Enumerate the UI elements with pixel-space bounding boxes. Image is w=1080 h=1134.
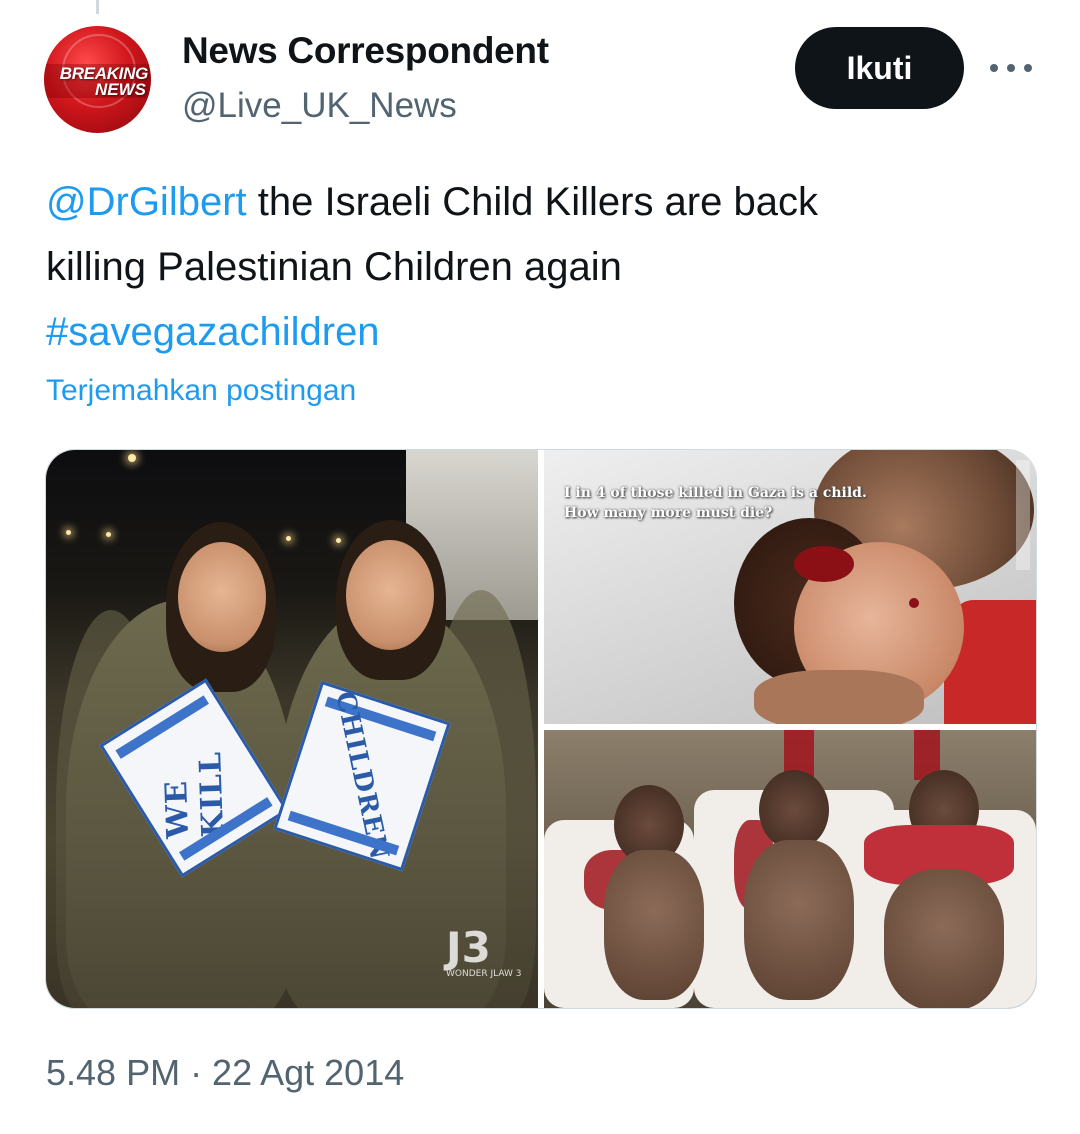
- tweet-timestamp[interactable]: 5.48 PM · 22 Agt 2014: [46, 1052, 404, 1094]
- sign-text-we-kill: WE KILL: [159, 750, 232, 840]
- face-left: [178, 542, 266, 652]
- side-credit-strip: [1016, 460, 1030, 570]
- watermark-subtext: WONDER JLAW 3: [446, 969, 522, 979]
- light-decoration: [128, 454, 136, 462]
- tweet-text-line2: killing Palestinian Children again: [46, 245, 622, 289]
- blood-mark: [794, 546, 854, 582]
- light-decoration: [336, 538, 341, 543]
- media-image-bottom-right[interactable]: [544, 730, 1036, 1008]
- hashtag-link[interactable]: #savegazachildren: [46, 310, 380, 354]
- caption-line-2: How many more must die?: [564, 505, 773, 521]
- more-dot: [1007, 64, 1015, 72]
- thread-connector-line: [96, 0, 99, 14]
- mention-link[interactable]: @DrGilbert: [46, 180, 247, 224]
- more-horizontal-icon[interactable]: [990, 60, 1032, 76]
- hand-shape: [754, 670, 924, 724]
- translate-post-link[interactable]: Terjemahkan postingan: [46, 374, 356, 408]
- light-decoration: [286, 536, 291, 541]
- author-handle[interactable]: @Live_UK_News: [182, 86, 457, 126]
- image-caption: I in 4 of those killed in Gaza is a chil…: [564, 483, 867, 523]
- watermark-logo: J3 WONDER JLAW 3: [446, 927, 522, 980]
- more-dot: [990, 64, 998, 72]
- light-decoration: [66, 530, 71, 535]
- light-decoration: [106, 532, 111, 537]
- tweet-text: @DrGilbert the Israeli Child Killers are…: [46, 170, 1036, 365]
- watermark-text: J3: [446, 923, 491, 972]
- blood-mark: [909, 598, 919, 608]
- media-grid: WE KILL CHILDREN J3 WONDER JLAW 3 I in 4…: [45, 449, 1037, 1009]
- more-dot: [1024, 64, 1032, 72]
- follow-button[interactable]: Ikuti: [795, 27, 964, 109]
- avatar[interactable]: BREAKING NEWS: [44, 26, 151, 133]
- body-shape: [604, 850, 704, 1000]
- media-image-left[interactable]: WE KILL CHILDREN J3 WONDER JLAW 3: [46, 450, 538, 1008]
- body-shape: [884, 870, 1004, 1008]
- author-display-name[interactable]: News Correspondent: [182, 30, 549, 72]
- media-image-top-right[interactable]: I in 4 of those killed in Gaza is a chil…: [544, 450, 1036, 724]
- body-shape: [744, 840, 854, 1000]
- avatar-text-news: NEWS: [95, 80, 146, 99]
- tweet-text-line1: the Israeli Child Killers are back: [246, 180, 818, 224]
- face-right: [346, 540, 434, 650]
- body-head: [759, 770, 829, 850]
- caption-line-1: I in 4 of those killed in Gaza is a chil…: [564, 485, 867, 501]
